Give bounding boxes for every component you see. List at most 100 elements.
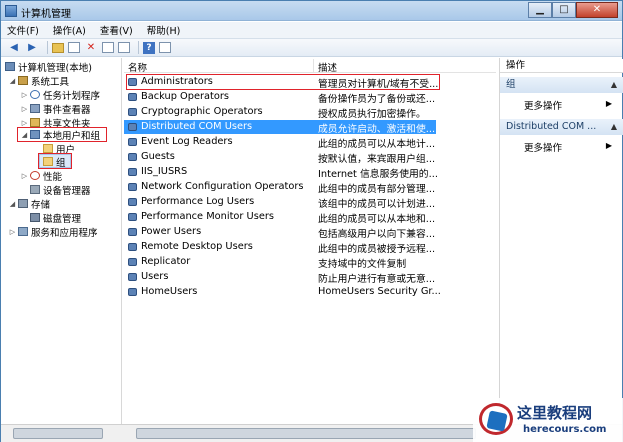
users-icon [30, 130, 40, 139]
back-arrow-icon[interactable]: ◀ [7, 41, 21, 54]
tree-label: 计算机管理(本地) [18, 62, 92, 74]
collapse-triangle-icon[interactable]: ◢ [9, 77, 16, 85]
computer-management-window: 计算机管理 ▁ □ ✕ 文件(F) 操作(A) 查看(V) 帮助(H) ◀ ▶ … [0, 0, 623, 442]
group-name: Distributed COM Users [141, 121, 253, 132]
expand-triangle-icon[interactable]: ▷ [21, 105, 28, 113]
tree-item-storage[interactable]: ◢ 存储 [9, 197, 50, 211]
export-icon[interactable] [118, 42, 130, 53]
collapse-triangle-icon[interactable]: ◢ [9, 200, 16, 208]
expand-triangle-icon[interactable]: ▷ [21, 91, 28, 99]
forward-arrow-icon[interactable]: ▶ [25, 41, 39, 54]
tree-item-system-tools[interactable]: ◢ 系统工具 [9, 74, 69, 88]
table-row[interactable]: Network Configuration Operators 此组中的成员有部分… [124, 180, 496, 195]
collapse-triangle-icon[interactable]: ◢ [21, 131, 28, 139]
section-label: 组 [506, 79, 516, 90]
toolbar-separator [138, 41, 139, 54]
up-folder-icon[interactable] [52, 42, 64, 53]
tree-item-event-viewer[interactable]: ▷ 事件查看器 [21, 102, 91, 116]
group-description: 成员允许启动、激活和使... [318, 124, 436, 135]
device-manager-icon [30, 185, 40, 194]
tree-item-task-scheduler[interactable]: ▷ 任务计划程序 [21, 88, 100, 102]
group-description: HomeUsers Security Gr... [318, 286, 441, 297]
tree-scroll-thumb[interactable] [13, 428, 103, 439]
actions-section-groups[interactable]: 组 ▲ [500, 77, 623, 93]
group-name: Performance Log Users [141, 196, 255, 207]
table-row[interactable]: Guests 按默认值，来宾跟用户组... [124, 150, 496, 165]
more-actions-link[interactable]: 更多操作 [524, 140, 562, 154]
group-name: Backup Operators [141, 91, 229, 102]
table-row[interactable]: Performance Log Users 该组中的成员可以计划进... [124, 195, 496, 210]
group-description: 支持域中的文件复制 [318, 259, 407, 270]
group-icon [128, 228, 137, 236]
toolbar-separator [47, 41, 48, 54]
tree-item-disk-management[interactable]: 磁盘管理 [30, 211, 81, 225]
menu-help[interactable]: 帮助(H) [147, 23, 181, 37]
group-icon [128, 153, 137, 161]
minimize-button[interactable]: ▁ [528, 2, 552, 18]
group-name: Network Configuration Operators [141, 181, 304, 192]
group-description: 该组中的成员可以计划进... [318, 199, 436, 210]
services-icon [18, 227, 28, 236]
table-row-selected[interactable]: Distributed COM Users 成员允许启动、激活和使... [124, 120, 436, 135]
tree-label: 事件查看器 [43, 104, 91, 116]
expand-triangle-icon[interactable]: ▷ [9, 228, 16, 236]
view-icon[interactable] [159, 42, 171, 53]
maximize-button[interactable]: □ [552, 2, 576, 18]
tree-item-root[interactable]: 计算机管理(本地) [5, 60, 92, 74]
table-row[interactable]: IIS_IUSRS Internet 信息服务使用的... [124, 165, 496, 180]
table-row[interactable]: Power Users 包括高级用户以向下兼容... [124, 225, 496, 240]
table-row[interactable]: Remote Desktop Users 此组中的成员被授予远程... [124, 240, 496, 255]
group-icon [128, 198, 137, 206]
tree-item-performance[interactable]: ▷ 性能 [21, 169, 62, 183]
group-icon [128, 168, 137, 176]
menu-file[interactable]: 文件(F) [7, 23, 39, 37]
menu-action[interactable]: 操作(A) [53, 23, 86, 37]
window-title: 计算机管理 [21, 9, 71, 20]
more-actions-link[interactable]: 更多操作 [524, 98, 562, 112]
table-row[interactable]: Event Log Readers 此组的成员可以从本地计... [124, 135, 496, 150]
table-row[interactable]: Replicator 支持域中的文件复制 [124, 255, 496, 270]
tree-item-groups[interactable]: 组 [43, 155, 66, 169]
highlight-box [126, 74, 440, 90]
group-icon [128, 273, 137, 281]
column-header-description[interactable]: 描述 [318, 60, 337, 74]
group-name: Performance Monitor Users [141, 211, 274, 222]
group-name: Cryptographic Operators [141, 106, 263, 117]
delete-icon[interactable]: ✕ [84, 41, 98, 54]
list-scroll-thumb[interactable] [136, 428, 476, 439]
table-row[interactable]: Backup Operators 备份操作员为了备份或还... [124, 90, 496, 105]
group-name: IIS_IUSRS [141, 166, 188, 177]
group-description: 此组中的成员被授予远程... [318, 244, 436, 255]
help-icon[interactable]: ? [143, 41, 155, 54]
tree-item-services-apps[interactable]: ▷ 服务和应用程序 [9, 225, 98, 239]
column-divider[interactable] [313, 59, 314, 73]
table-row[interactable]: HomeUsers HomeUsers Security Gr... [124, 285, 496, 299]
title-bar[interactable]: 计算机管理 ▁ □ ✕ [1, 1, 622, 21]
performance-icon [30, 171, 40, 180]
properties-icon[interactable] [102, 42, 114, 53]
group-description: 备份操作员为了备份或还... [318, 94, 436, 105]
expand-triangle-icon[interactable]: ▷ [21, 119, 28, 127]
tools-icon [18, 76, 28, 85]
group-name: Guests [141, 151, 175, 162]
clock-icon [30, 90, 40, 99]
group-icon [128, 243, 137, 251]
collapse-up-icon[interactable]: ▲ [611, 119, 617, 135]
column-header-name[interactable]: 名称 [128, 60, 147, 74]
table-row[interactable]: Users 防止用户进行有意或无意... [124, 270, 496, 285]
navigation-tree: 计算机管理(本地) ◢ 系统工具 ▷ 任务计划程序 ▷ 事件查看器 ▷ 共享文件… [3, 58, 122, 424]
watermark-title: 这里教程网 [517, 404, 593, 422]
actions-section-distributed-com[interactable]: Distributed COM ... ▲ [500, 119, 623, 135]
group-icon [128, 123, 137, 131]
collapse-up-icon[interactable]: ▲ [611, 77, 617, 93]
expand-triangle-icon[interactable]: ▷ [21, 172, 28, 180]
menu-view[interactable]: 查看(V) [100, 23, 133, 37]
close-button[interactable]: ✕ [576, 2, 618, 18]
table-row[interactable]: Cryptographic Operators 授权成员执行加密操作。 [124, 105, 496, 120]
tree-item-device-manager[interactable]: 设备管理器 [30, 183, 91, 197]
toolbar: ◀ ▶ ✕ ? [1, 39, 622, 57]
group-name: Users [141, 271, 169, 282]
table-row[interactable]: Performance Monitor Users 此组的成员可以从本地和... [124, 210, 496, 225]
show-tree-icon[interactable] [68, 42, 80, 53]
tree-item-local-users-groups[interactable]: ◢ 本地用户和组 [21, 128, 100, 142]
